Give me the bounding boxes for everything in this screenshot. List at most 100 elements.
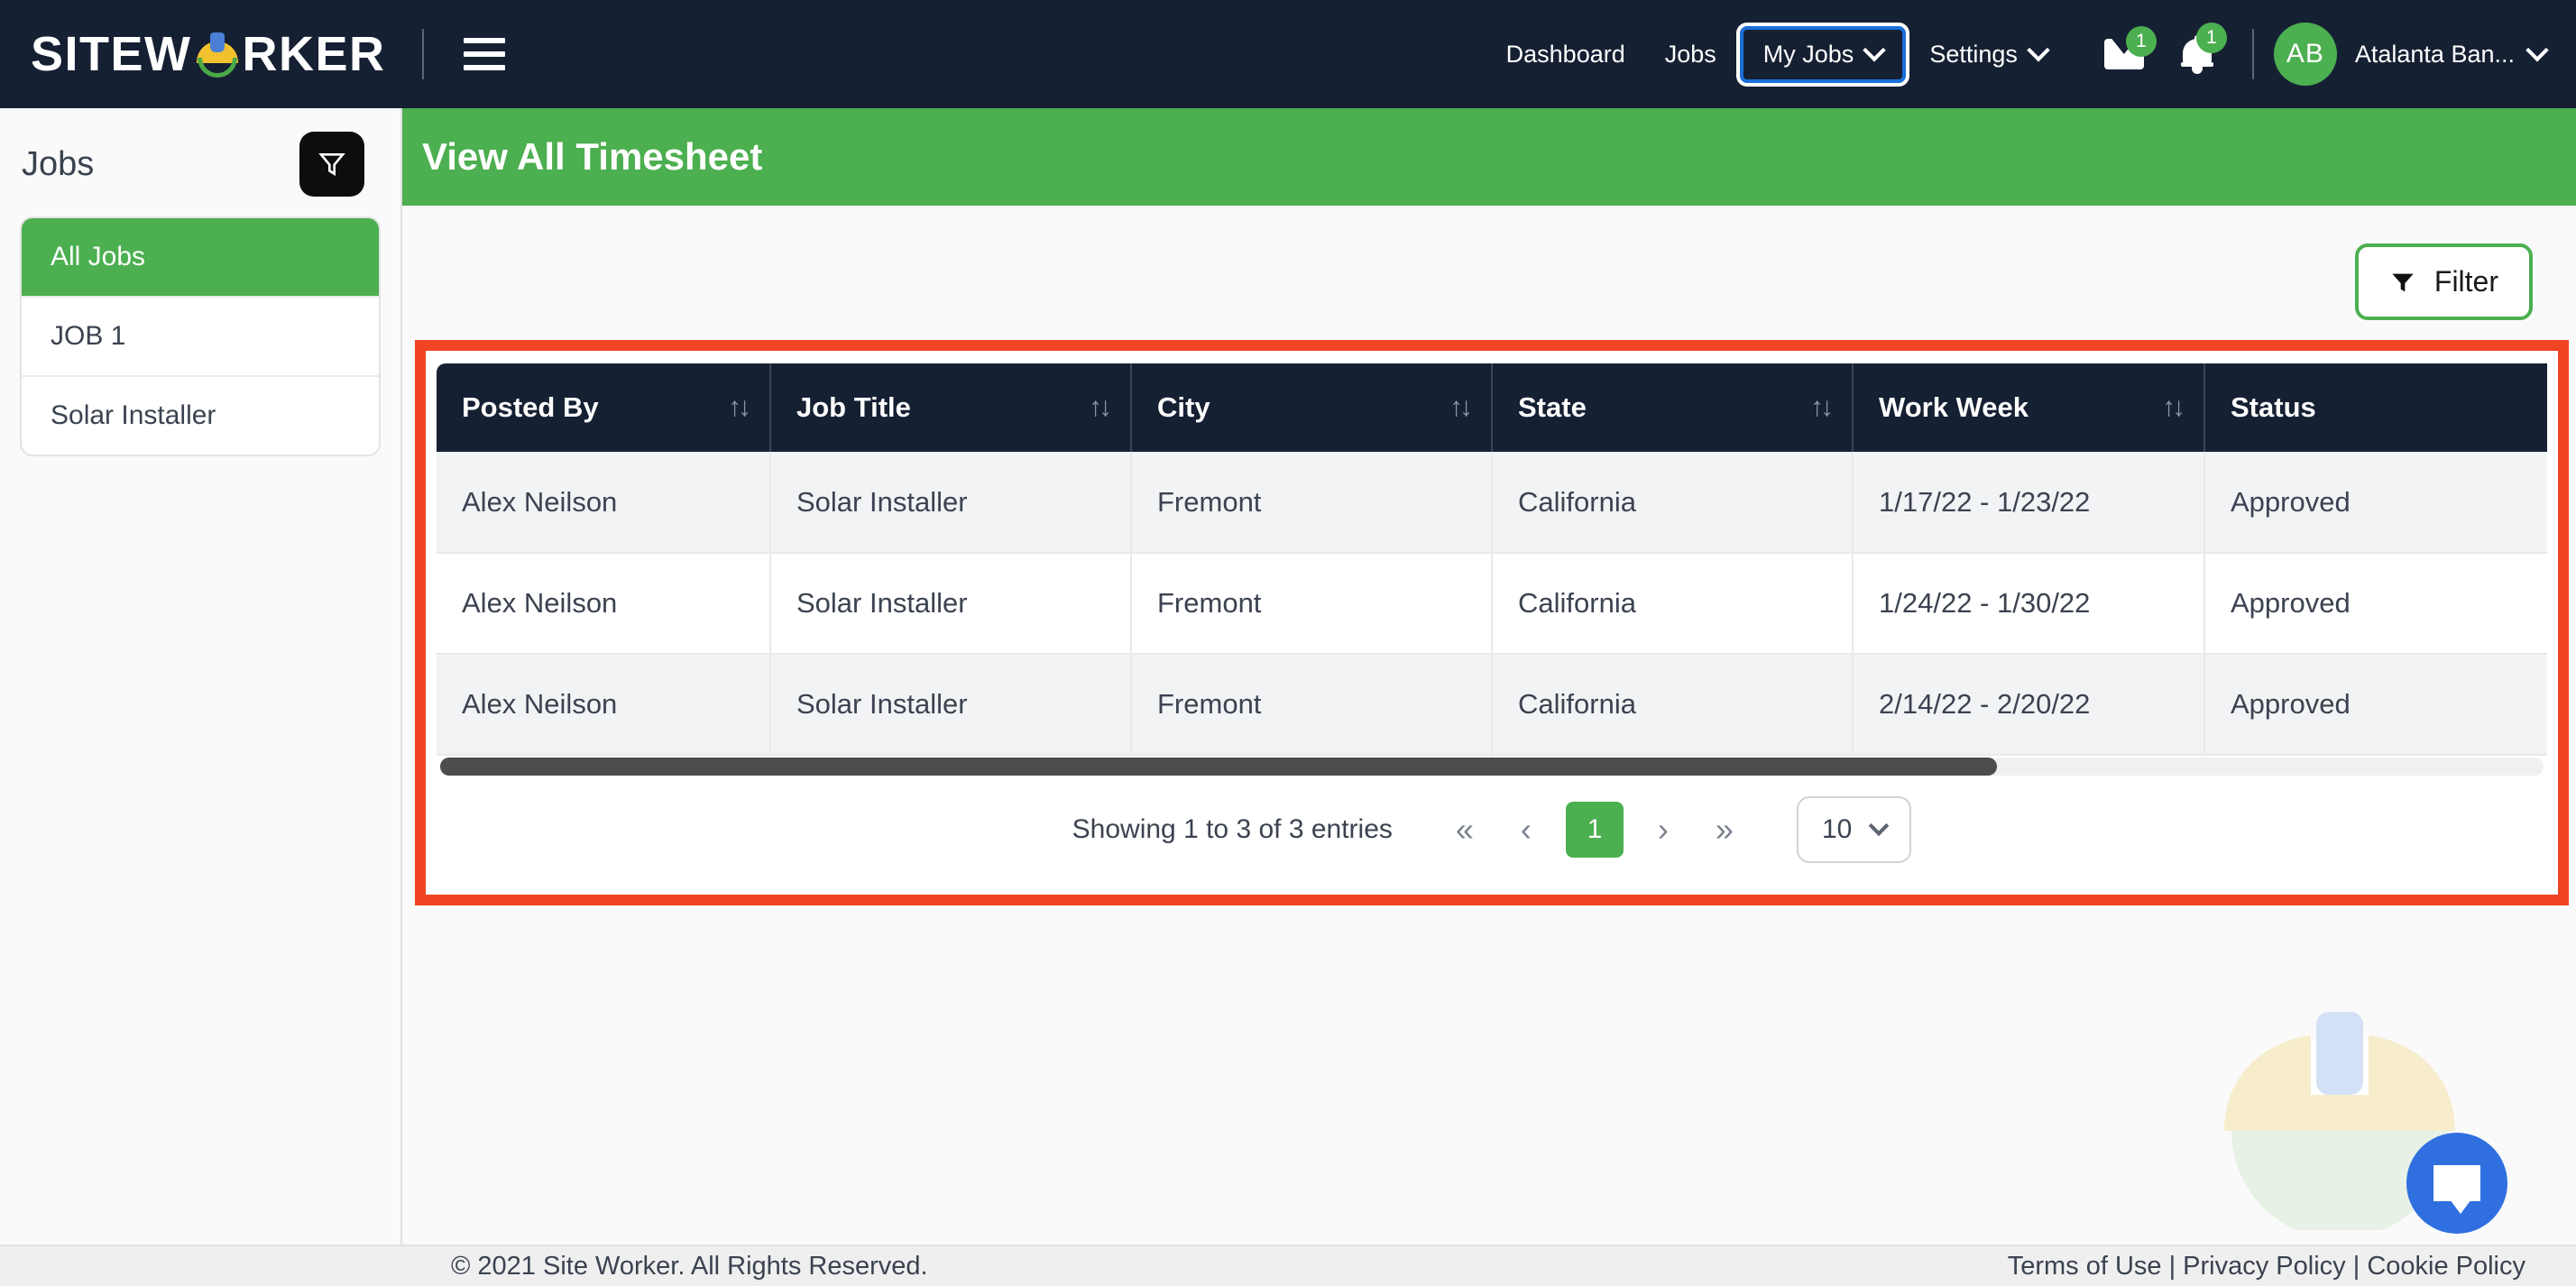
filter-button-label: Filter [2433,265,2498,298]
app-root: SITEW RKER Dashboard Jobs My Jobs Settin… [0,0,2576,1286]
brand-logo-part1: SITEW [31,27,192,81]
notifications-button[interactable]: 1 [2162,23,2232,74]
footer: © 2021 Site Worker. All Rights Reserved.… [0,1245,2576,1286]
cell-state: California [1492,553,1854,655]
avatar[interactable]: AB [2273,23,2337,86]
chat-bubble-icon [2433,1165,2480,1214]
column-header-status[interactable]: Status [2204,363,2547,452]
column-header-posted-by[interactable]: Posted By ↑↓ [437,363,771,452]
table-row[interactable]: Alex Neilson Solar Installer Fremont Cal… [437,654,2547,756]
sort-updown-icon[interactable]: ↑↓ [1089,392,1112,423]
page-size-value: 10 [1821,814,1853,844]
cell-work-week: 1/24/22 - 1/30/22 [1853,553,2205,655]
chevron-down-icon[interactable] [2525,39,2549,62]
page-header: View All Timesheet [402,108,2576,206]
sidebar-filter-button[interactable] [299,132,364,197]
table-row[interactable]: Alex Neilson Solar Installer Fremont Cal… [437,553,2547,655]
cell-city: Fremont [1131,654,1493,756]
chevron-down-icon [2027,39,2050,62]
cell-posted-by: Alex Neilson [437,654,771,756]
table-row[interactable]: Alex Neilson Solar Installer Fremont Cal… [437,452,2547,554]
column-header-city[interactable]: City ↑↓ [1131,363,1493,452]
pagination-next-button[interactable]: › [1634,811,1692,849]
nav-divider [421,29,424,79]
table-body: Alex Neilson Solar Installer Fremont Cal… [437,452,2547,756]
column-header-work-week[interactable]: Work Week ↑↓ [1853,363,2205,452]
nav-right-actions: 1 1 AB Atalanta Ban... [2086,23,2576,86]
cell-job-title: Solar Installer [770,654,1132,756]
highlight-frame: Posted By ↑↓ Job Title ↑↓ City ↑↓ State … [415,340,2569,905]
sort-updown-icon[interactable]: ↑↓ [1810,392,1834,423]
pagination: Showing 1 to 3 of 3 entries « ‹ 1 › » 10 [437,776,2547,884]
footer-links[interactable]: Terms of Use | Privacy Policy | Cookie P… [2008,1252,2525,1281]
cell-status: Approved [2204,654,2547,756]
filter-button[interactable]: Filter [2354,243,2533,320]
column-header-job-title[interactable]: Job Title ↑↓ [770,363,1132,452]
user-name-label[interactable]: Atalanta Ban... [2355,41,2515,69]
cell-posted-by: Alex Neilson [437,553,771,655]
toolbar-row: Filter [402,206,2576,320]
mail-button[interactable]: 1 [2086,26,2162,69]
nav-links: Dashboard Jobs My Jobs Settings [1486,22,2066,87]
sidebar-item-job-1[interactable]: JOB 1 [22,298,379,377]
column-header-status-label: Status [2231,391,2316,423]
column-header-job-title-label: Job Title [796,391,911,423]
hamburger-icon[interactable] [463,36,505,72]
funnel-icon [2392,273,2414,291]
cell-status: Approved [2204,452,2547,554]
main-content: View All Timesheet Filter Posted By ↑↓ J… [402,108,2576,1286]
pagination-last-button[interactable]: » [1692,811,1757,849]
timesheet-table: Posted By ↑↓ Job Title ↑↓ City ↑↓ State … [437,363,2547,756]
column-header-city-label: City [1157,391,1210,423]
nav-link-settings[interactable]: Settings [1909,28,2066,81]
nav-link-dashboard[interactable]: Dashboard [1486,28,1645,81]
sort-updown-icon[interactable]: ↑↓ [2162,392,2185,423]
filter-funnel-icon [318,153,345,177]
page-size-select[interactable]: 10 [1796,796,1912,863]
nav-link-jobs-label: Jobs [1664,40,1716,68]
content-area: Filter Posted By ↑↓ Job Title ↑↓ City ↑↓… [402,206,2576,1286]
sidebar-item-solar-installer[interactable]: Solar Installer [22,377,379,455]
cell-city: Fremont [1131,553,1493,655]
nav-divider-right [2251,29,2254,79]
pagination-info: Showing 1 to 3 of 3 entries [1072,814,1393,844]
pagination-first-button[interactable]: « [1432,811,1497,849]
sidebar-title: Jobs [22,144,95,183]
pagination-page-1[interactable]: 1 [1565,802,1624,858]
cell-job-title: Solar Installer [770,553,1132,655]
column-header-state[interactable]: State ↑↓ [1492,363,1854,452]
hardhat-icon [194,31,241,78]
table-horizontal-scrollbar[interactable] [440,758,2544,776]
column-header-state-label: State [1518,391,1587,423]
nav-link-my-jobs-label: My Jobs [1762,40,1854,68]
nav-link-dashboard-label: Dashboard [1505,40,1625,68]
chevron-down-icon [1863,39,1887,62]
sidebar: Jobs All Jobs JOB 1 Solar Installer [0,108,402,1286]
column-header-posted-by-label: Posted By [462,391,599,423]
scrollbar-thumb[interactable] [440,758,1997,776]
chat-button[interactable] [2406,1133,2507,1234]
sort-updown-icon[interactable]: ↑↓ [728,392,751,423]
cell-state: California [1492,452,1854,554]
brand-logo[interactable]: SITEW RKER [0,30,386,78]
sidebar-item-all-jobs-label: All Jobs [51,242,146,271]
cell-state: California [1492,654,1854,756]
table-scroll-container[interactable]: Posted By ↑↓ Job Title ↑↓ City ↑↓ State … [437,363,2547,756]
chevron-down-icon [1869,815,1890,837]
cell-job-title: Solar Installer [770,452,1132,554]
brand-logo-part2: RKER [242,27,386,81]
cell-work-week: 1/17/22 - 1/23/22 [1853,452,2205,554]
sidebar-item-solar-installer-label: Solar Installer [51,400,216,430]
cell-city: Fremont [1131,452,1493,554]
sort-updown-icon[interactable]: ↑↓ [1449,392,1473,423]
nav-link-settings-label: Settings [1929,40,2018,68]
nav-link-my-jobs[interactable]: My Jobs [1735,22,1910,87]
nav-link-jobs[interactable]: Jobs [1645,28,1736,81]
cell-work-week: 2/14/22 - 2/20/22 [1853,654,2205,756]
sidebar-item-all-jobs[interactable]: All Jobs [22,218,379,298]
sidebar-job-list: All Jobs JOB 1 Solar Installer [20,216,381,456]
notification-badge: 1 [2195,23,2227,53]
cell-posted-by: Alex Neilson [437,452,771,554]
mail-badge: 1 [2125,26,2157,57]
pagination-prev-button[interactable]: ‹ [1497,811,1555,849]
